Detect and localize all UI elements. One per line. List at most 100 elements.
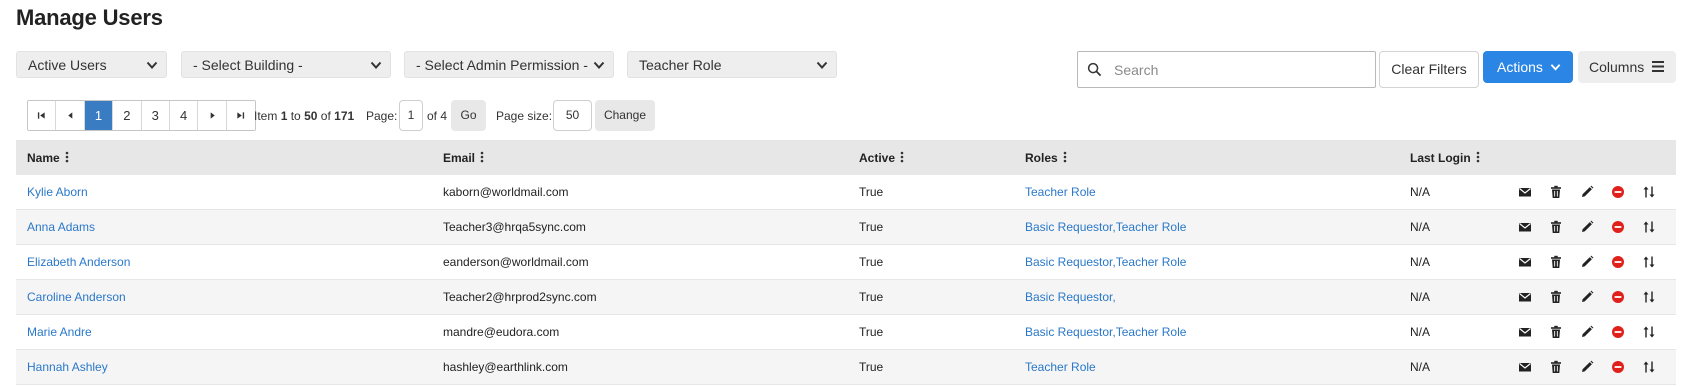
actions-button[interactable]: Actions [1483,51,1573,83]
column-menu-icon[interactable] [1476,151,1480,163]
role-filter-select[interactable]: Teacher Role [627,51,837,78]
table-row: Kylie Aborn kaborn@worldmail.com True Te… [16,175,1676,210]
column-header-roles[interactable]: Roles [1025,151,1067,165]
sort-icon[interactable] [1642,360,1656,374]
row-actions [1506,290,1676,306]
column-menu-icon[interactable] [900,151,904,163]
last-page-icon [237,112,245,119]
go-button[interactable]: Go [451,100,486,131]
envelope-icon[interactable] [1518,325,1532,339]
chevron-down-icon [593,61,605,69]
pencil-icon[interactable] [1580,325,1594,339]
envelope-icon[interactable] [1518,255,1532,269]
user-name-link[interactable]: Marie Andre [27,325,92,339]
deactivate-icon[interactable] [1611,290,1625,304]
column-header-email[interactable]: Email [443,151,484,165]
pencil-icon[interactable] [1580,290,1594,304]
building-filter-value: - Select Building - [193,57,303,73]
user-active: True [859,185,884,199]
row-actions [1506,220,1676,236]
page-4-button[interactable]: 4 [169,101,199,130]
user-name-link[interactable]: Elizabeth Anderson [27,255,130,269]
column-menu-icon[interactable] [480,151,484,163]
admin-permission-filter-select[interactable]: - Select Admin Permission - [404,51,614,78]
last-page-button[interactable] [226,101,256,130]
trash-icon[interactable] [1549,325,1563,339]
pencil-icon[interactable] [1580,360,1594,374]
search-input[interactable]: Search [1077,51,1376,88]
sort-icon[interactable] [1642,325,1656,339]
user-roles-link[interactable]: Teacher Role [1025,185,1096,199]
envelope-icon[interactable] [1518,220,1532,234]
user-roles-link[interactable]: Teacher Role [1025,360,1096,374]
user-name-link[interactable]: Anna Adams [27,220,95,234]
menu-icon [1652,61,1664,72]
trash-icon[interactable] [1549,185,1563,199]
deactivate-icon[interactable] [1611,185,1625,199]
deactivate-icon[interactable] [1611,220,1625,234]
user-name-link[interactable]: Caroline Anderson [27,290,126,304]
status-filter-select[interactable]: Active Users [16,51,167,78]
item-total: 171 [334,109,355,123]
sort-icon[interactable] [1642,220,1656,234]
item-range-info: Item 1 to 50 of 171 [254,109,354,123]
column-header-name[interactable]: Name [27,151,69,165]
table-row: Caroline Anderson Teacher2@hrprod2sync.c… [16,280,1676,315]
page-number-input[interactable]: 1 [399,100,423,131]
sort-icon[interactable] [1642,185,1656,199]
row-actions [1506,325,1676,341]
pencil-icon[interactable] [1580,185,1594,199]
column-header-last-login[interactable]: Last Login [1410,151,1480,165]
deactivate-icon[interactable] [1611,255,1625,269]
column-header-label: Name [27,151,60,165]
pencil-icon[interactable] [1580,220,1594,234]
page-1-button[interactable]: 1 [84,101,114,130]
building-filter-select[interactable]: - Select Building - [181,51,391,78]
role-filter-value: Teacher Role [639,57,722,73]
trash-icon[interactable] [1549,360,1563,374]
columns-button[interactable]: Columns [1578,51,1676,83]
previous-page-button[interactable] [56,101,85,130]
user-roles-link[interactable]: Basic Requestor,Teacher Role [1025,220,1186,234]
trash-icon[interactable] [1549,290,1563,304]
user-roles-link[interactable]: Basic Requestor,Teacher Role [1025,325,1186,339]
clear-filters-button[interactable]: Clear Filters [1379,51,1479,88]
user-roles-link[interactable]: Basic Requestor, [1025,290,1116,304]
user-roles-link[interactable]: Basic Requestor,Teacher Role [1025,255,1186,269]
first-page-icon [38,112,45,119]
table-header: Name Email Active Roles Last Login [16,140,1676,175]
item-of-word: of [320,109,331,123]
next-page-button[interactable] [198,101,227,130]
caret-right-icon [210,112,215,119]
page-count-label: of 4 [427,109,448,123]
table-row: Anna Adams Teacher3@hrqa5sync.com True B… [16,210,1676,245]
pager: 1 2 3 4 [27,100,257,131]
change-page-size-button[interactable]: Change [595,100,655,131]
user-name-link[interactable]: Hannah Ashley [27,360,108,374]
column-menu-icon[interactable] [65,151,69,163]
page-3-button[interactable]: 3 [141,101,170,130]
user-last-login: N/A [1410,185,1431,199]
trash-icon[interactable] [1549,255,1563,269]
sort-icon[interactable] [1642,290,1656,304]
columns-label: Columns [1589,59,1645,75]
page-2-button[interactable]: 2 [113,101,142,130]
column-menu-icon[interactable] [1063,151,1067,163]
user-active: True [859,325,884,339]
page-size-input[interactable]: 50 [553,100,592,131]
envelope-icon[interactable] [1518,360,1532,374]
deactivate-icon[interactable] [1611,325,1625,339]
first-page-button[interactable] [28,101,57,130]
envelope-icon[interactable] [1518,290,1532,304]
table-row: Elizabeth Anderson eanderson@worldmail.c… [16,245,1676,280]
deactivate-icon[interactable] [1611,360,1625,374]
column-header-label: Last Login [1410,151,1471,165]
envelope-icon[interactable] [1518,185,1532,199]
sort-icon[interactable] [1642,255,1656,269]
pencil-icon[interactable] [1580,255,1594,269]
user-name-link[interactable]: Kylie Aborn [27,185,88,199]
actions-label: Actions [1497,59,1543,75]
column-header-active[interactable]: Active [859,151,904,165]
trash-icon[interactable] [1549,220,1563,234]
user-email: mandre@eudora.com [443,325,560,339]
